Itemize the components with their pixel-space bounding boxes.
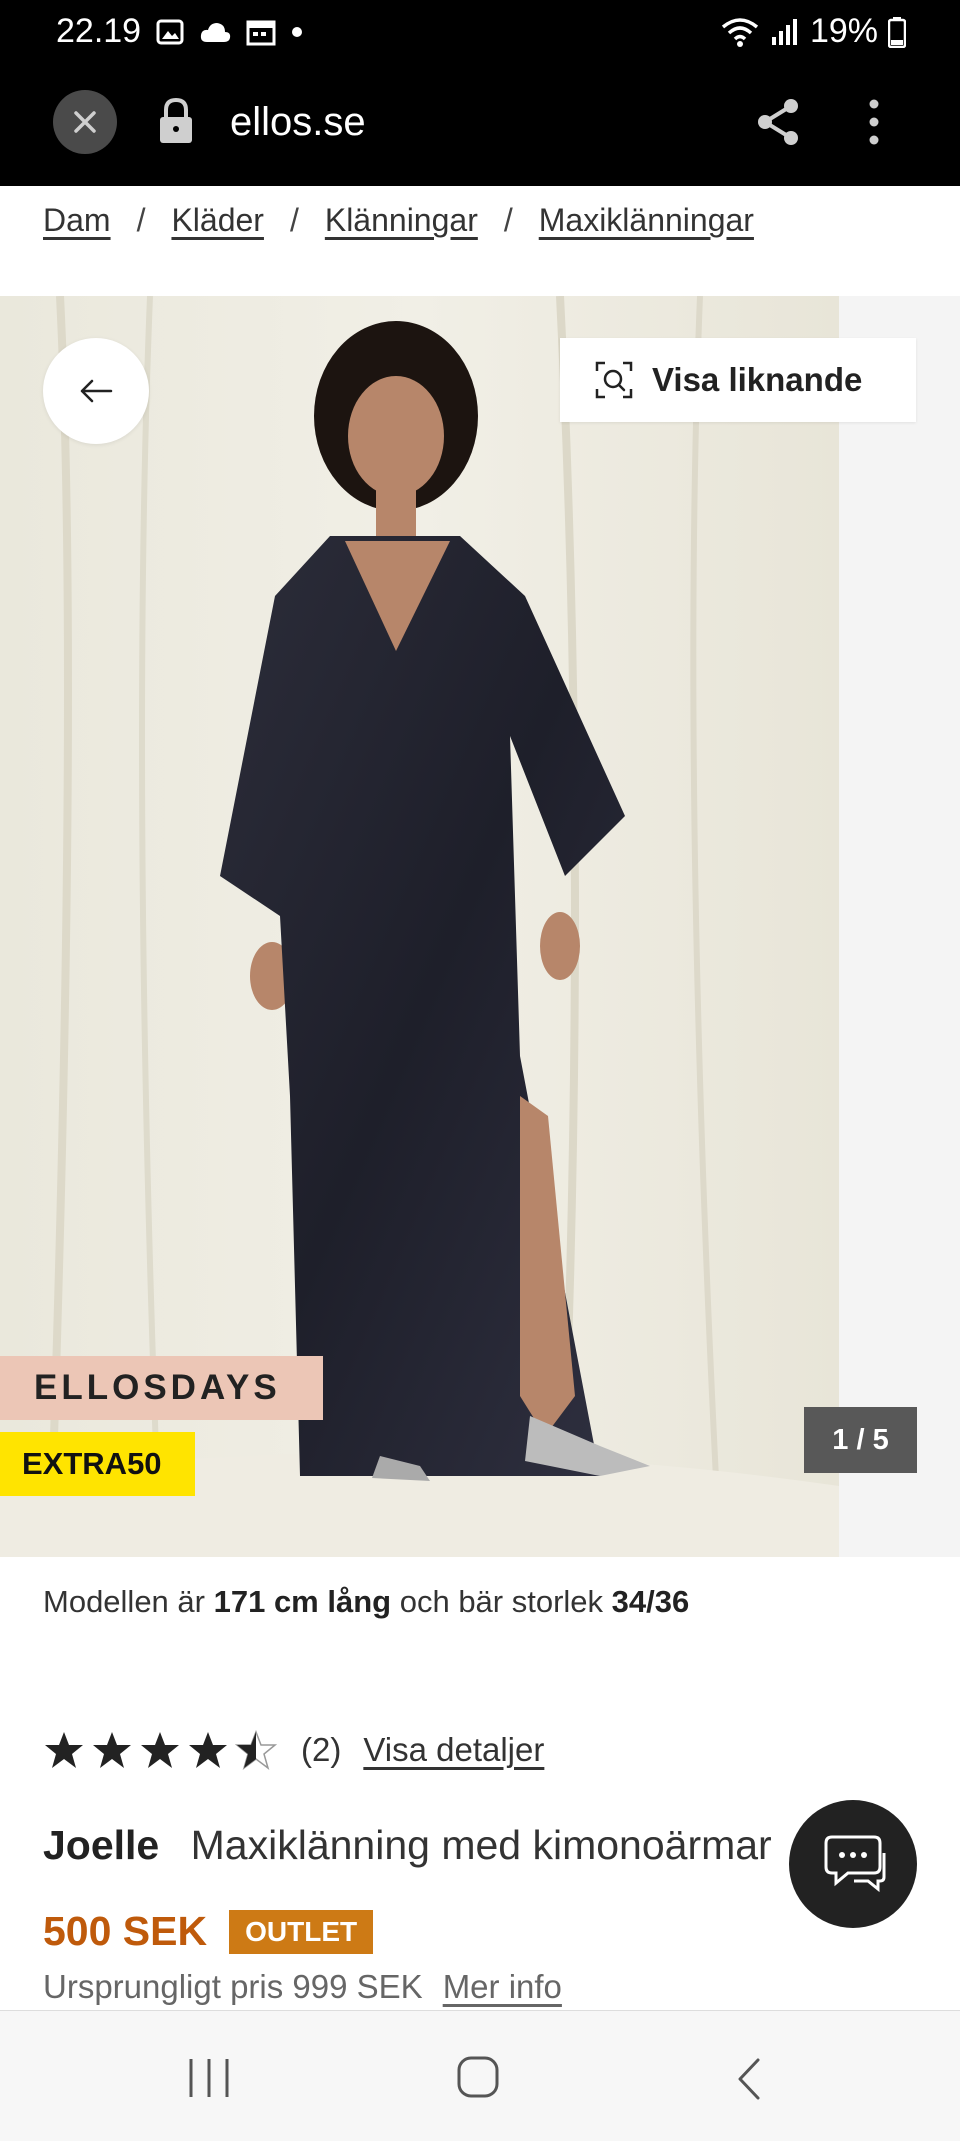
breadcrumb-separator: / xyxy=(136,202,146,238)
price-row: 500 SEK OUTLET xyxy=(43,1908,374,1955)
review-count: (2) xyxy=(301,1731,342,1768)
share-icon xyxy=(758,99,798,145)
chevron-left-icon xyxy=(738,2058,760,2100)
show-similar-button[interactable]: Visa liknande xyxy=(560,338,916,422)
breadcrumb-separator: / xyxy=(289,202,299,238)
image-icon xyxy=(156,19,184,45)
star-icon xyxy=(141,1732,179,1768)
visual-search-icon xyxy=(595,361,633,399)
status-right-icons: 19% xyxy=(720,12,906,51)
model-info-middle: och bär storlek xyxy=(399,1584,604,1619)
breadcrumb-item-klader[interactable]: Kläder xyxy=(171,202,264,239)
outlet-badge: OUTLET xyxy=(229,1909,374,1954)
breadcrumb-separator: / xyxy=(503,202,513,238)
product-rating: (2) Visa detaljer xyxy=(43,1730,544,1770)
original-price-row: Ursprungligt pris 999 SEK Mer info xyxy=(43,1968,562,2006)
cloud-icon xyxy=(200,23,231,42)
model-info-prefix: Modellen är xyxy=(43,1584,205,1619)
more-vertical-icon xyxy=(869,99,879,145)
recent-apps-icon xyxy=(189,2059,229,2097)
recent-apps-button[interactable] xyxy=(187,2057,231,2104)
model-size: 34/36 xyxy=(611,1584,690,1619)
product-price: 500 SEK xyxy=(43,1908,208,1954)
model-height: 171 cm lång xyxy=(213,1584,392,1619)
signal-icon xyxy=(771,18,797,45)
close-icon xyxy=(74,111,96,133)
extra50-badge: EXTRA50 xyxy=(0,1432,195,1496)
system-nav-bar xyxy=(0,2010,960,2141)
battery-icon xyxy=(888,16,906,48)
url-text[interactable]: ellos.se xyxy=(230,100,366,145)
share-button[interactable] xyxy=(754,96,802,153)
breadcrumb-item-dam[interactable]: Dam xyxy=(43,202,111,239)
close-tab-button[interactable] xyxy=(53,90,117,154)
breadcrumb: Dam / Kläder / Klänningar / Maxiklänning… xyxy=(43,202,754,239)
breadcrumb-item-klanningar[interactable]: Klänningar xyxy=(325,202,478,239)
dot-icon xyxy=(292,27,302,37)
more-info-link[interactable]: Mer info xyxy=(443,1968,562,2006)
lock-icon[interactable] xyxy=(156,96,196,151)
image-counter: 1 / 5 xyxy=(804,1407,917,1473)
battery-percent: 19% xyxy=(809,12,878,50)
chat-button[interactable] xyxy=(789,1800,917,1928)
status-time: 22.19 xyxy=(56,12,142,50)
home-button[interactable] xyxy=(456,2055,500,2104)
star-icon xyxy=(45,1732,83,1768)
breadcrumb-item-maxiklanningar[interactable]: Maxiklänningar xyxy=(539,202,754,239)
back-button[interactable] xyxy=(43,338,149,444)
ellosdays-badge: ELLOSDAYS xyxy=(0,1356,323,1420)
status-left-icons xyxy=(156,18,304,46)
system-back-button[interactable] xyxy=(734,2057,764,2106)
arrow-left-icon xyxy=(80,379,113,403)
calendar-icon xyxy=(246,20,276,46)
home-icon xyxy=(457,2056,499,2098)
wifi-icon xyxy=(721,17,759,47)
product-name: Maxiklänning med kimonoärmar xyxy=(190,1822,772,1868)
show-similar-label: Visa liknande xyxy=(652,361,863,398)
status-bar: 22.19 19% xyxy=(0,0,960,66)
star-icon xyxy=(189,1732,227,1768)
product-gallery[interactable]: Visa liknande ELLOSDAYS EXTRA50 1 / 5 xyxy=(0,296,960,1557)
model-info: Modellen är 171 cm lång och bär storlek … xyxy=(43,1584,689,1620)
product-brand[interactable]: Joelle xyxy=(43,1822,159,1868)
show-details-link[interactable]: Visa detaljer xyxy=(363,1731,544,1769)
star-rating xyxy=(43,1730,277,1770)
original-price: Ursprungligt pris 999 SEK xyxy=(43,1968,423,2005)
browser-toolbar: ellos.se xyxy=(0,66,960,186)
star-icon xyxy=(93,1732,131,1768)
product-title: Joelle Maxiklänning med kimonoärmar xyxy=(43,1822,772,1869)
star-half-icon xyxy=(235,1730,277,1770)
chat-icon xyxy=(824,1835,886,1893)
menu-button[interactable] xyxy=(862,96,886,153)
